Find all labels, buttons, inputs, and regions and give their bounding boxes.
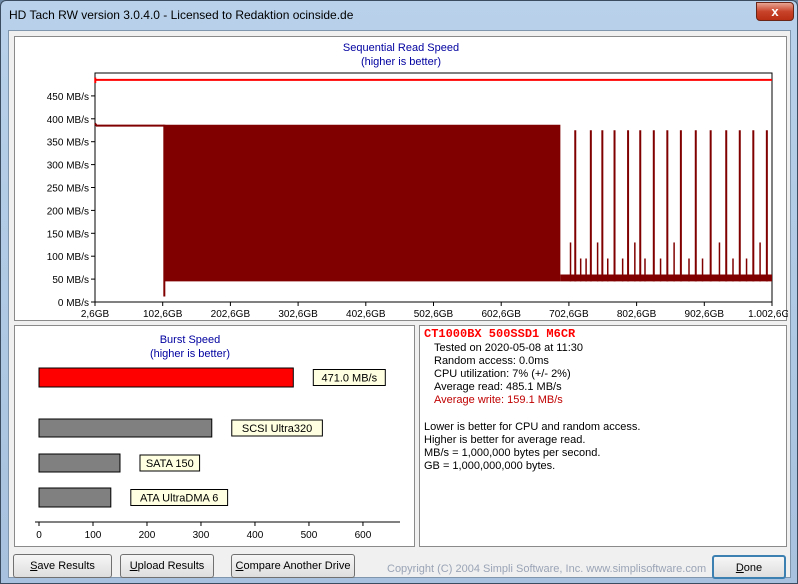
save-results-button[interactable]: Save Results (13, 554, 112, 578)
burst-chart-title: Burst Speed (160, 334, 221, 346)
burst-chart-subtitle: (higher is better) (150, 348, 230, 360)
close-button[interactable]: x (756, 2, 794, 21)
title-bar[interactable]: HD Tach RW version 3.0.4.0 - Licensed to… (1, 1, 797, 31)
burst-speed-chart: Burst Speed (higher is better) 471.0 MB/… (35, 334, 400, 541)
burst-bar-label: SCSI Ultra320 (242, 423, 312, 435)
cpu-utilization: CPU utilization: 7% (+/- 2%) (434, 368, 571, 380)
note-higher-better: Higher is better for average read. (424, 434, 586, 446)
burst-bar-label: ATA UltraDMA 6 (140, 493, 218, 505)
done-button[interactable]: Done (712, 555, 786, 579)
burst-bar (38, 367, 294, 388)
seq-y-tick-label: 350 MB/s (47, 138, 89, 149)
burst-x-tick-label: 400 (247, 530, 264, 541)
window-title: HD Tach RW version 3.0.4.0 - Licensed to… (9, 8, 354, 22)
seq-x-tick-label: 302,6GB (278, 309, 318, 320)
seq-x-tick-label: 1.002,6GB (748, 309, 788, 320)
seq-chart-subtitle: (higher is better) (361, 56, 441, 68)
seq-x-tick-label: 902,6GB (685, 309, 725, 320)
seq-y-tick-label: 250 MB/s (47, 184, 89, 195)
close-icon: x (771, 4, 779, 19)
seq-y-tick-label: 50 MB/s (52, 275, 89, 286)
sequential-read-chart: Sequential Read Speed (higher is better)… (47, 42, 796, 320)
window: HD Tach RW version 3.0.4.0 - Licensed to… (0, 0, 798, 584)
average-write: Average write: 159.1 MB/s (434, 394, 563, 406)
burst-bar (38, 487, 112, 508)
client-area: Sequential Read Speed (higher is better)… (8, 30, 796, 579)
tested-date: Tested on 2020-05-08 at 11:30 (434, 342, 584, 354)
burst-bar-label: 471.0 MB/s (321, 373, 377, 385)
seq-read-initial-line (94, 122, 165, 127)
burst-bar-label: SATA 150 (146, 458, 194, 470)
burst-x-tick-label: 0 (36, 530, 42, 541)
seq-x-tick-label: 602,6GB (481, 309, 521, 320)
done-label: one (743, 562, 763, 574)
seq-y-tick-label: 450 MB/s (47, 92, 89, 103)
average-read: Average read: 485.1 MB/s (434, 381, 562, 393)
seq-y-tick-label: 400 MB/s (47, 115, 89, 126)
random-access: Random access: 0.0ms (434, 355, 549, 367)
note-lower-better: Lower is better for CPU and random acces… (424, 421, 641, 433)
done-mnemonic: D (735, 562, 744, 574)
drive-name: CT1000BX 500SSD1 M6CR (424, 327, 576, 341)
seq-x-tick-label: 702,6GB (549, 309, 589, 320)
seq-chart-title: Sequential Read Speed (343, 42, 459, 54)
seq-y-tick-label: 0 MB/s (58, 298, 89, 309)
info-panel: CT1000BX 500SSD1 M6CR Tested on 2020-05-… (419, 325, 787, 547)
burst-speed-panel: Burst Speed (higher is better) 471.0 MB/… (14, 325, 415, 547)
seq-x-tick-label: 202,6GB (211, 309, 251, 320)
upload-results-label: pload Results (137, 560, 205, 572)
note-mbs-definition: MB/s = 1,000,000 bytes per second. (424, 447, 601, 459)
seq-y-tick-label: 100 MB/s (47, 252, 89, 263)
seq-y-tick-label: 300 MB/s (47, 161, 89, 172)
save-results-label: ave Results (37, 560, 95, 572)
seq-y-tick-label: 200 MB/s (47, 206, 89, 217)
burst-x-tick-label: 100 (85, 530, 102, 541)
seq-x-tick-label: 2,6GB (81, 309, 110, 320)
burst-x-tick-label: 600 (355, 530, 372, 541)
burst-bar (38, 453, 121, 473)
upload-results-mnemonic: U (129, 560, 138, 572)
seq-read-dense-area (164, 124, 561, 275)
burst-x-tick-label: 300 (193, 530, 210, 541)
seq-y-tick-label: 150 MB/s (47, 229, 89, 240)
seq-x-tick-label: 802,6GB (617, 309, 657, 320)
seq-read-floor-band (164, 274, 561, 282)
note-gb-definition: GB = 1,000,000,000 bytes. (424, 460, 556, 472)
burst-bar (38, 418, 213, 438)
burst-x-tick-label: 200 (139, 530, 156, 541)
upload-results-button[interactable]: Upload Results (120, 554, 214, 578)
burst-x-tick-label: 500 (301, 530, 318, 541)
compare-another-drive-button[interactable]: Compare Another Drive (231, 554, 355, 578)
seq-x-tick-label: 402,6GB (346, 309, 386, 320)
copyright-text: Copyright (C) 2004 Simpli Software, Inc.… (387, 563, 707, 575)
seq-x-tick-label: 502,6GB (414, 309, 454, 320)
seq-x-tick-label: 102,6GB (143, 309, 183, 320)
sequential-read-panel: Sequential Read Speed (higher is better)… (14, 36, 796, 321)
compare-label: ompare Another Drive (243, 560, 351, 572)
